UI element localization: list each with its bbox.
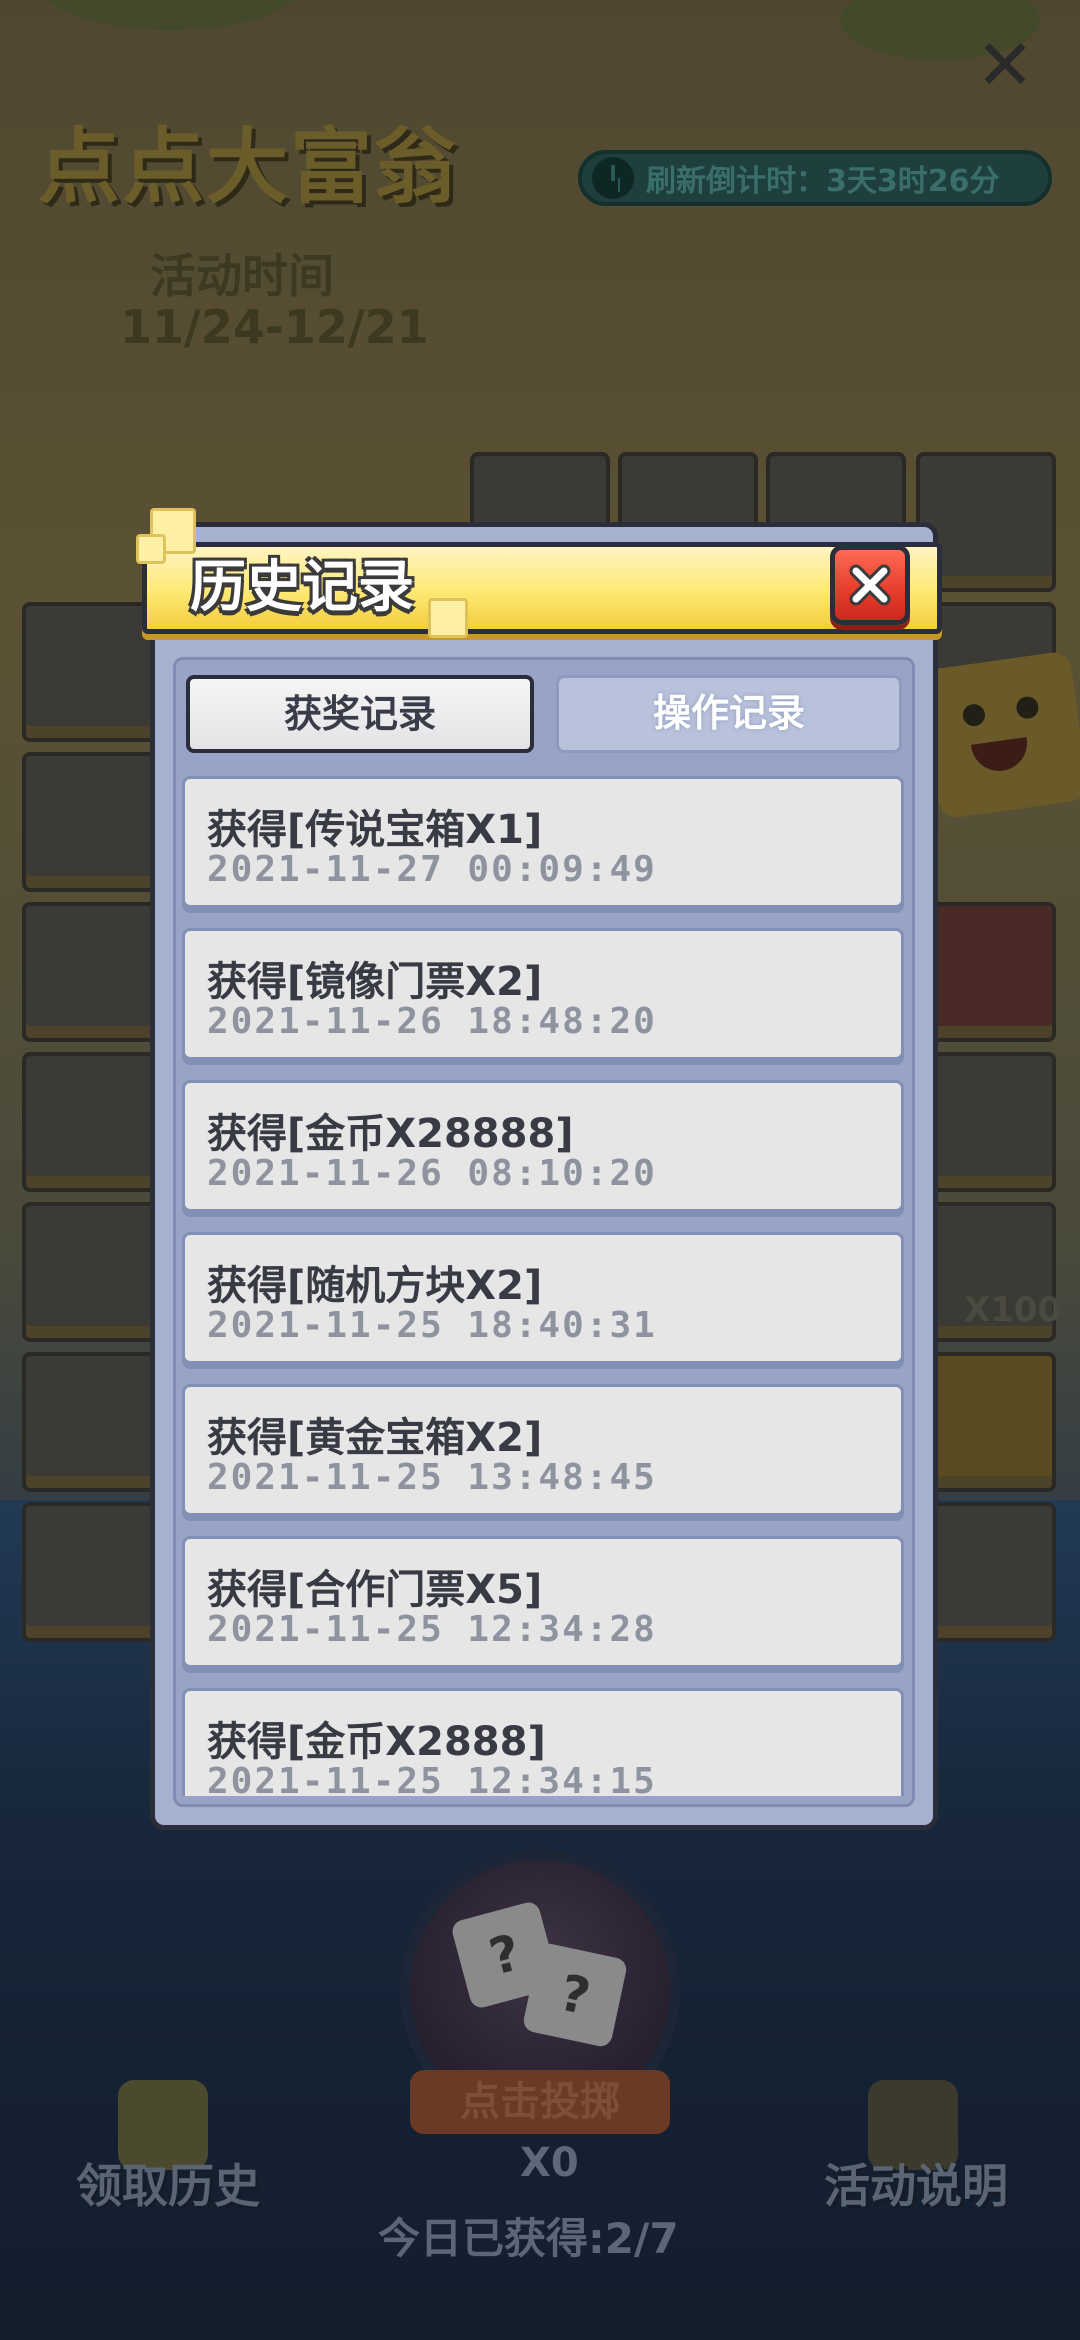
record-time: 2021-11-27 00:09:49: [207, 849, 657, 890]
tab-award-records[interactable]: 获奖记录: [186, 675, 534, 753]
modal-close-button[interactable]: [830, 545, 910, 625]
record-time: 2021-11-25 13:48:45: [207, 1457, 657, 1498]
record-title: 获得[黄金宝箱X2]: [207, 1415, 543, 1461]
record-time: 2021-11-25 18:40:31: [207, 1305, 657, 1346]
record-title: 获得[金币X28888]: [207, 1111, 574, 1157]
modal-title: 历史记录: [190, 555, 414, 620]
record-item: 获得[合作门票X5] 2021-11-25 12:34:28: [182, 1536, 904, 1668]
record-title: 获得[随机方块X2]: [207, 1263, 543, 1309]
record-item: 获得[黄金宝箱X2] 2021-11-25 13:48:45: [182, 1384, 904, 1516]
sparkle-decoration: [428, 598, 468, 638]
records-list[interactable]: 获得[传说宝箱X1] 2021-11-27 00:09:49 获得[镜像门票X2…: [182, 776, 906, 1796]
record-title: 获得[镜像门票X2]: [207, 959, 543, 1005]
record-time: 2021-11-25 12:34:28: [207, 1609, 657, 1650]
record-title: 获得[合作门票X5]: [207, 1567, 543, 1613]
record-time: 2021-11-25 12:34:15: [207, 1761, 657, 1796]
record-title: 获得[传说宝箱X1]: [207, 807, 543, 853]
record-time: 2021-11-26 18:48:20: [207, 1001, 657, 1042]
record-item: 获得[传说宝箱X1] 2021-11-27 00:09:49: [182, 776, 904, 908]
tab-operation-records[interactable]: 操作记录: [556, 675, 902, 753]
close-icon: [849, 564, 891, 606]
record-item: 获得[随机方块X2] 2021-11-25 18:40:31: [182, 1232, 904, 1364]
record-time: 2021-11-26 08:10:20: [207, 1153, 657, 1194]
record-title: 获得[金币X2888]: [207, 1719, 546, 1765]
record-item: 获得[金币X2888] 2021-11-25 12:34:15: [182, 1688, 904, 1796]
sparkle-decoration: [136, 534, 166, 564]
record-item: 获得[金币X28888] 2021-11-26 08:10:20: [182, 1080, 904, 1212]
record-item: 获得[镜像门票X2] 2021-11-26 18:48:20: [182, 928, 904, 1060]
